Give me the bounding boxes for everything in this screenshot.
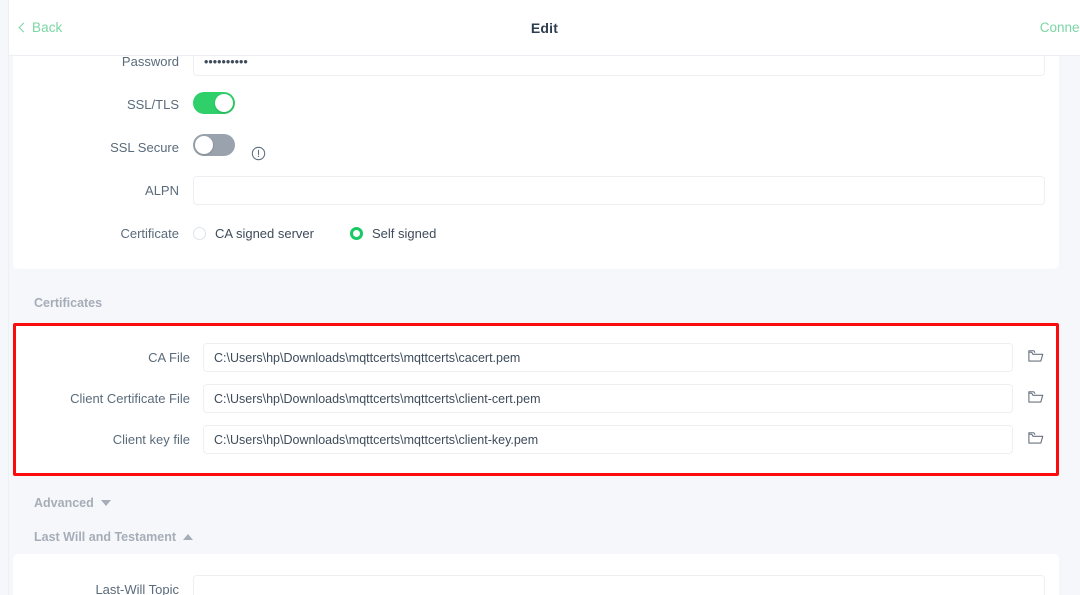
titlebar: Back Edit Connect — [9, 0, 1080, 56]
ca-file-input[interactable] — [203, 343, 1013, 372]
client-certificate-file-label: Client Certificate File — [70, 391, 190, 406]
ssl-secure-toggle[interactable] — [193, 134, 235, 157]
folder-icon — [1028, 390, 1044, 407]
radio-ca-signed-server[interactable]: CA signed server — [193, 226, 314, 241]
certificate-radio-group: CA signed server Self signed — [193, 226, 1045, 241]
alpn-input[interactable] — [193, 176, 1045, 205]
client-certificate-file-input[interactable] — [203, 384, 1013, 413]
folder-icon — [1028, 349, 1044, 366]
radio-self-signed-label: Self signed — [372, 226, 437, 241]
ssl-secure-toggle-knob — [195, 136, 213, 155]
certificates-section-title: Certificates — [9, 283, 1080, 323]
certificates-card: CA File Client Certifica — [13, 323, 1059, 476]
ssl-tls-toggle[interactable] — [193, 92, 235, 114]
lwt-card: Last-Will Topic — [13, 554, 1059, 595]
folder-icon — [1028, 431, 1044, 448]
connect-button[interactable]: Connect — [1040, 20, 1080, 35]
client-certificate-file-row: Client Certificate File — [13, 378, 1059, 419]
client-key-file-row: Client key file — [13, 419, 1059, 460]
lwt-section-toggle[interactable]: Last Will and Testament — [9, 520, 1080, 554]
ssl-tls-toggle-knob — [215, 94, 233, 112]
ca-file-row: CA File — [13, 337, 1059, 378]
credentials-card: Password SSL/TLS SSL Secure — [13, 40, 1059, 269]
triangle-up-icon — [183, 534, 194, 540]
app-left-rail — [0, 0, 9, 595]
client-key-file-browse-button[interactable] — [1013, 431, 1059, 448]
certificates-highlight-wrap: CA File Client Certifica — [13, 323, 1059, 476]
last-will-topic-label: Last-Will Topic — [95, 582, 179, 595]
last-will-topic-row: Last-Will Topic — [13, 568, 1059, 595]
radio-self-signed[interactable]: Self signed — [350, 226, 436, 241]
radio-self-signed-dot — [350, 227, 363, 240]
ca-file-label: CA File — [148, 350, 190, 365]
radio-ca-signed-server-label: CA signed server — [215, 226, 314, 241]
edit-connection-page: Password SSL/TLS SSL Secure — [9, 0, 1080, 595]
radio-ca-signed-server-dot — [193, 227, 206, 240]
exclamation-circle-icon[interactable] — [251, 146, 266, 161]
ssl-secure-row: SSL Secure — [13, 126, 1059, 169]
client-certificate-file-browse-button[interactable] — [1013, 390, 1059, 407]
password-label: Password — [121, 54, 179, 69]
advanced-section-toggle[interactable]: Advanced — [9, 486, 1080, 520]
alpn-label: ALPN — [145, 183, 179, 198]
ssl-tls-label: SSL/TLS — [126, 97, 179, 112]
client-key-file-input[interactable] — [203, 425, 1013, 454]
ca-file-browse-button[interactable] — [1013, 349, 1059, 366]
advanced-title-label: Advanced — [34, 496, 94, 510]
credentials-section: Password SSL/TLS SSL Secure — [9, 40, 1080, 595]
triangle-down-icon — [100, 500, 111, 506]
ssl-tls-row: SSL/TLS — [13, 83, 1059, 126]
certificate-row: Certificate CA signed server Self signed — [13, 212, 1059, 255]
lwt-title-label: Last Will and Testament — [34, 530, 177, 544]
client-key-file-label: Client key file — [112, 432, 190, 447]
ssl-secure-label: SSL Secure — [110, 140, 179, 155]
alpn-row: ALPN — [13, 169, 1059, 212]
page-title: Edit — [530, 19, 559, 36]
certificates-title-label: Certificates — [34, 296, 103, 310]
certificate-label: Certificate — [120, 226, 179, 241]
last-will-topic-input[interactable] — [193, 575, 1045, 595]
